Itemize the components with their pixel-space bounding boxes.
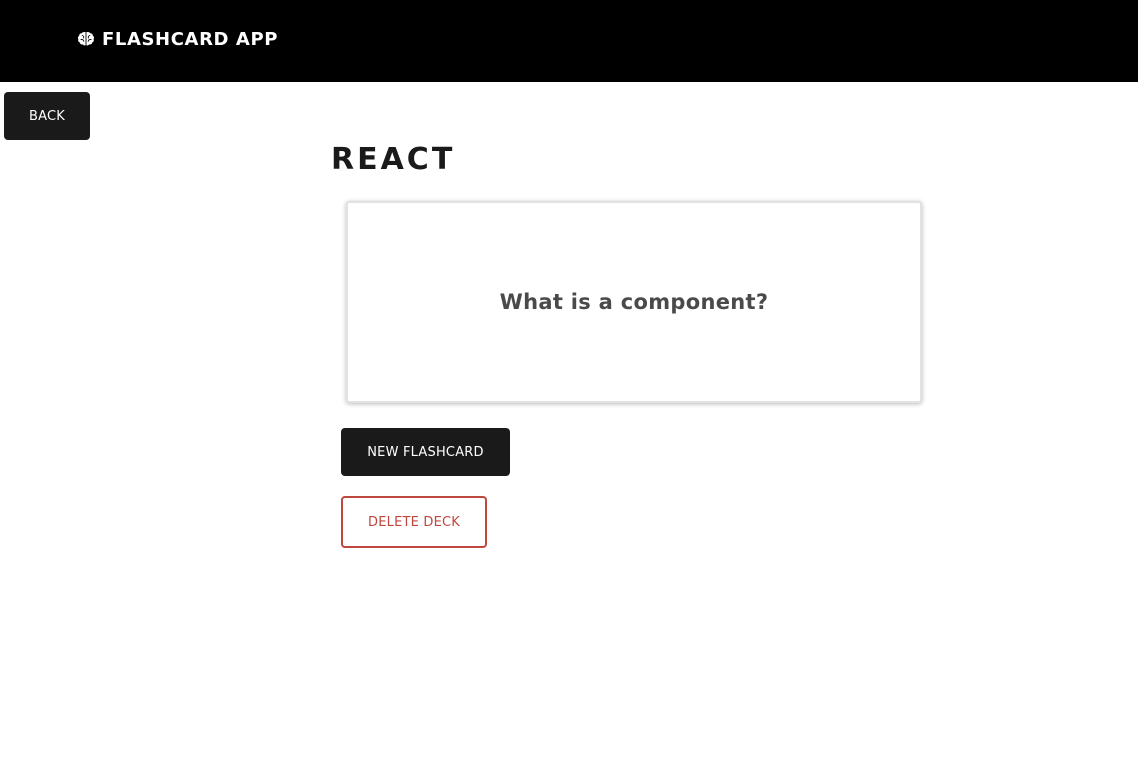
flashcard-question: What is a component? bbox=[499, 290, 769, 314]
back-button[interactable]: BACK bbox=[4, 92, 90, 140]
app-title: FLASHCARD APP bbox=[102, 28, 279, 50]
delete-deck-button[interactable]: DELETE DECK bbox=[341, 496, 487, 548]
new-flashcard-button[interactable]: NEW FLASHCARD bbox=[341, 428, 510, 476]
brand[interactable]: FLASHCARD APP bbox=[76, 27, 278, 51]
top-nav-bar: FLASHCARD APP bbox=[0, 0, 1138, 82]
brain-icon bbox=[76, 29, 96, 49]
flashcard[interactable]: What is a component? bbox=[346, 201, 922, 403]
deck-title: REACT bbox=[331, 142, 456, 177]
